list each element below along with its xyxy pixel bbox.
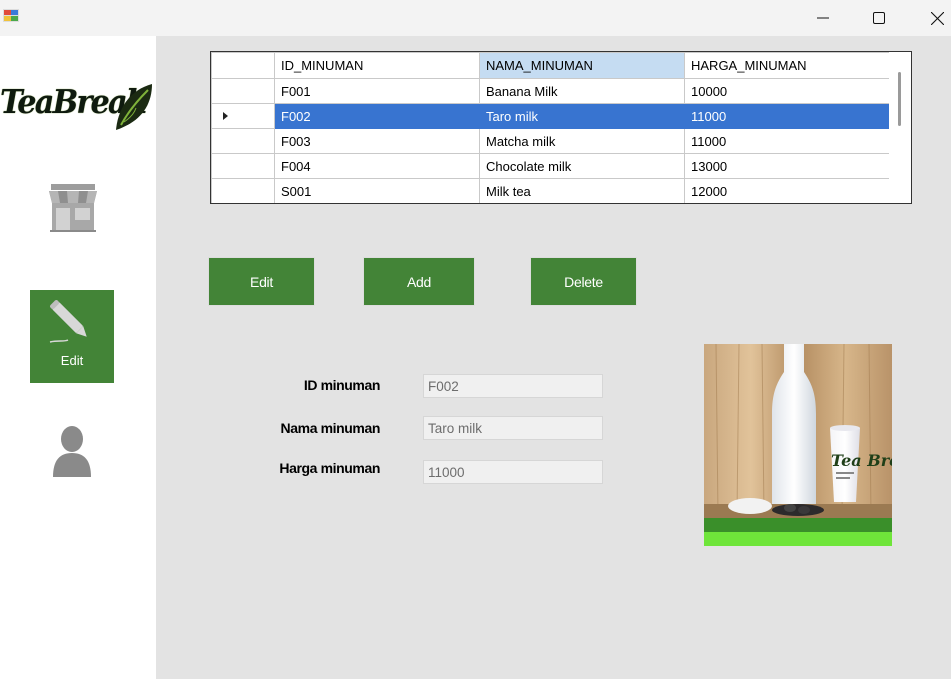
cell-harga[interactable]: 10000 bbox=[684, 78, 890, 104]
cell-id[interactable]: F004 bbox=[274, 153, 480, 179]
id-minuman-field[interactable] bbox=[423, 374, 603, 398]
sidebar: TeaBreak Edit bbox=[0, 36, 156, 679]
vertical-scrollbar[interactable] bbox=[889, 52, 911, 203]
table-row[interactable]: F001 Banana Milk 10000 bbox=[211, 78, 890, 104]
row-header[interactable] bbox=[211, 128, 275, 154]
cell-harga[interactable]: 13000 bbox=[684, 153, 890, 179]
user-icon bbox=[53, 426, 91, 477]
cell-nama[interactable]: Banana Milk bbox=[479, 78, 685, 104]
cell-nama[interactable]: Chocolate milk bbox=[479, 153, 685, 179]
column-header-nama[interactable]: NAMA_MINUMAN bbox=[479, 52, 685, 79]
close-button[interactable] bbox=[908, 0, 951, 36]
nama-minuman-label: Nama minuman bbox=[280, 420, 381, 436]
harga-minuman-field[interactable] bbox=[423, 460, 603, 484]
sidebar-item-edit[interactable]: Edit bbox=[30, 290, 114, 383]
cell-id[interactable]: S001 bbox=[274, 178, 480, 203]
row-header[interactable] bbox=[211, 178, 275, 203]
column-header-id[interactable]: ID_MINUMAN bbox=[274, 52, 480, 79]
table-row-selected[interactable]: F002 Taro milk 11000 bbox=[211, 103, 890, 129]
row-header[interactable] bbox=[211, 103, 275, 129]
minimize-icon bbox=[817, 17, 829, 19]
cell-id[interactable]: F002 bbox=[274, 103, 480, 129]
cell-harga[interactable]: 11000 bbox=[684, 128, 890, 154]
harga-minuman-label: Harga minuman bbox=[279, 460, 380, 476]
maximize-button[interactable] bbox=[850, 0, 908, 36]
table-row[interactable]: F004 Chocolate milk 13000 bbox=[211, 153, 890, 179]
row-header-corner[interactable] bbox=[211, 52, 275, 79]
maximize-icon bbox=[873, 12, 885, 24]
table-row[interactable]: F003 Matcha milk 11000 bbox=[211, 128, 890, 154]
app-icon bbox=[3, 9, 19, 22]
add-button[interactable]: Add bbox=[363, 257, 475, 306]
scrollbar-thumb[interactable] bbox=[898, 72, 901, 126]
store-icon bbox=[49, 184, 97, 232]
cell-id[interactable]: F001 bbox=[274, 78, 480, 104]
sidebar-item-user[interactable] bbox=[50, 424, 94, 478]
drink-photo: Tea Brea bbox=[704, 344, 892, 546]
cup-logo-text: Tea Brea bbox=[831, 451, 892, 470]
cell-nama[interactable]: Taro milk bbox=[479, 103, 685, 129]
cell-nama[interactable]: Milk tea bbox=[479, 178, 685, 203]
sidebar-item-edit-label: Edit bbox=[60, 353, 84, 368]
column-header-harga[interactable]: HARGA_MINUMAN bbox=[684, 52, 890, 79]
sidebar-item-store[interactable] bbox=[46, 183, 100, 233]
title-bar bbox=[0, 0, 951, 36]
row-header[interactable] bbox=[211, 153, 275, 179]
cell-id[interactable]: F003 bbox=[274, 128, 480, 154]
cell-nama[interactable]: Matcha milk bbox=[479, 128, 685, 154]
close-icon bbox=[930, 11, 944, 25]
row-header[interactable] bbox=[211, 78, 275, 104]
pencil-icon bbox=[49, 300, 87, 343]
tea-break-logo: TeaBreak bbox=[0, 82, 156, 138]
delete-button[interactable]: Delete bbox=[530, 257, 637, 306]
cell-harga[interactable]: 11000 bbox=[684, 103, 890, 129]
drinks-data-grid[interactable]: ID_MINUMAN NAMA_MINUMAN HARGA_MINUMAN F0… bbox=[210, 51, 912, 204]
edit-button[interactable]: Edit bbox=[208, 257, 315, 306]
current-row-indicator-icon bbox=[223, 112, 228, 120]
cell-harga[interactable]: 12000 bbox=[684, 178, 890, 203]
minimize-button[interactable] bbox=[794, 0, 852, 36]
product-image: Tea Brea bbox=[704, 344, 892, 546]
nama-minuman-field[interactable] bbox=[423, 416, 603, 440]
table-row[interactable]: S001 Milk tea 12000 bbox=[211, 178, 890, 203]
leaf-icon bbox=[116, 84, 152, 130]
id-minuman-label: ID minuman bbox=[303, 377, 381, 393]
